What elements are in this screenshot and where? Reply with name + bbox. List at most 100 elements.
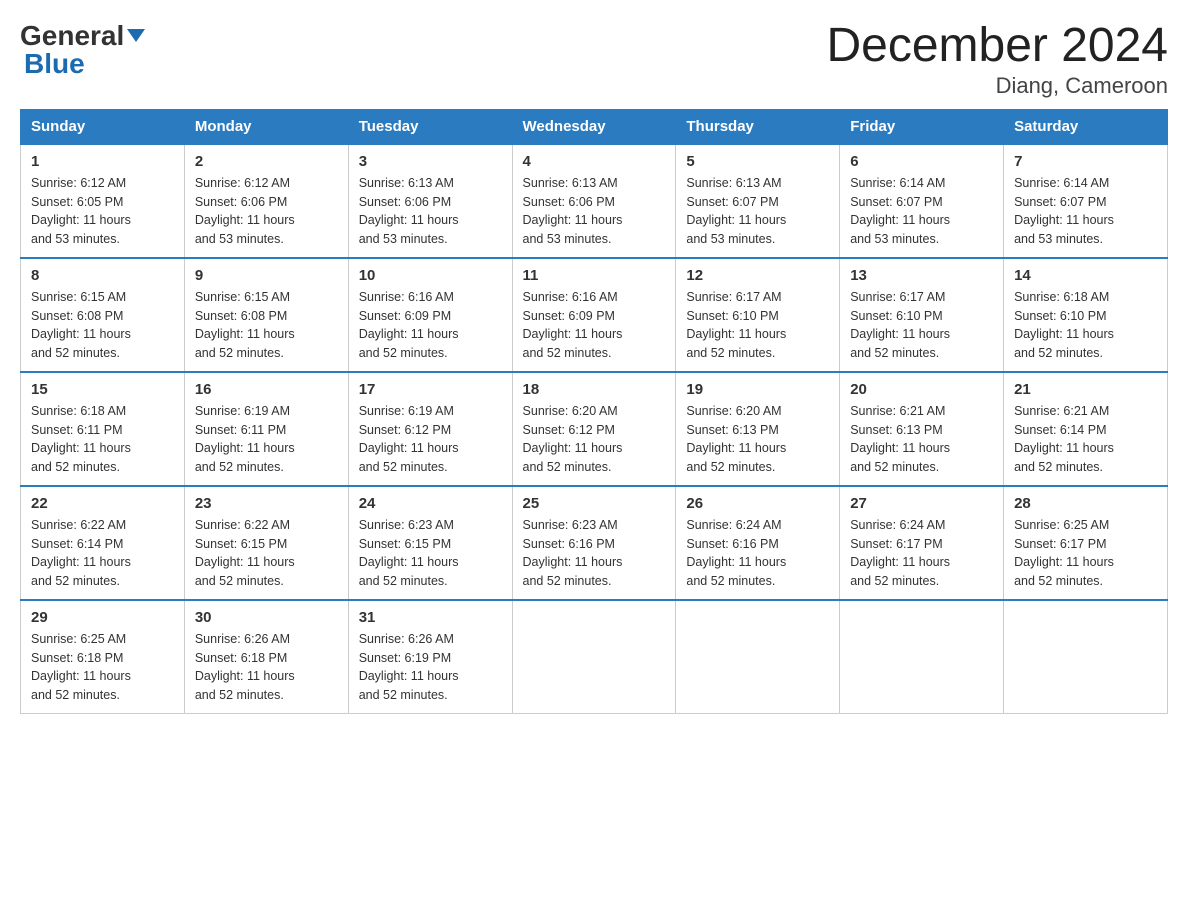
table-row: 29 Sunrise: 6:25 AM Sunset: 6:18 PM Dayl…	[21, 600, 185, 714]
calendar-week-row: 29 Sunrise: 6:25 AM Sunset: 6:18 PM Dayl…	[21, 600, 1168, 714]
day-info: Sunrise: 6:12 AM Sunset: 6:06 PM Dayligh…	[195, 174, 338, 249]
day-info: Sunrise: 6:21 AM Sunset: 6:14 PM Dayligh…	[1014, 402, 1157, 477]
day-number: 4	[523, 153, 666, 170]
day-number: 18	[523, 381, 666, 398]
day-number: 16	[195, 381, 338, 398]
day-number: 13	[850, 267, 993, 284]
table-row: 4 Sunrise: 6:13 AM Sunset: 6:06 PM Dayli…	[512, 144, 676, 258]
table-row: 15 Sunrise: 6:18 AM Sunset: 6:11 PM Dayl…	[21, 372, 185, 486]
calendar-table: Sunday Monday Tuesday Wednesday Thursday…	[20, 109, 1168, 714]
day-number: 23	[195, 495, 338, 512]
day-number: 9	[195, 267, 338, 284]
day-info: Sunrise: 6:15 AM Sunset: 6:08 PM Dayligh…	[195, 288, 338, 363]
col-wednesday: Wednesday	[512, 109, 676, 144]
logo-triangle-icon	[127, 29, 145, 42]
day-info: Sunrise: 6:13 AM Sunset: 6:07 PM Dayligh…	[686, 174, 829, 249]
table-row: 5 Sunrise: 6:13 AM Sunset: 6:07 PM Dayli…	[676, 144, 840, 258]
table-row: 23 Sunrise: 6:22 AM Sunset: 6:15 PM Dayl…	[184, 486, 348, 600]
day-number: 29	[31, 609, 174, 626]
table-row: 9 Sunrise: 6:15 AM Sunset: 6:08 PM Dayli…	[184, 258, 348, 372]
day-info: Sunrise: 6:23 AM Sunset: 6:15 PM Dayligh…	[359, 516, 502, 591]
day-info: Sunrise: 6:23 AM Sunset: 6:16 PM Dayligh…	[523, 516, 666, 591]
day-info: Sunrise: 6:13 AM Sunset: 6:06 PM Dayligh…	[523, 174, 666, 249]
table-row: 26 Sunrise: 6:24 AM Sunset: 6:16 PM Dayl…	[676, 486, 840, 600]
table-row: 8 Sunrise: 6:15 AM Sunset: 6:08 PM Dayli…	[21, 258, 185, 372]
table-row: 21 Sunrise: 6:21 AM Sunset: 6:14 PM Dayl…	[1004, 372, 1168, 486]
col-thursday: Thursday	[676, 109, 840, 144]
calendar-week-row: 1 Sunrise: 6:12 AM Sunset: 6:05 PM Dayli…	[21, 144, 1168, 258]
day-number: 12	[686, 267, 829, 284]
table-row: 13 Sunrise: 6:17 AM Sunset: 6:10 PM Dayl…	[840, 258, 1004, 372]
day-info: Sunrise: 6:26 AM Sunset: 6:18 PM Dayligh…	[195, 630, 338, 705]
day-info: Sunrise: 6:21 AM Sunset: 6:13 PM Dayligh…	[850, 402, 993, 477]
title-block: December 2024 Diang, Cameroon	[826, 20, 1168, 99]
logo-blue-text: Blue	[24, 48, 85, 80]
page-subtitle: Diang, Cameroon	[826, 73, 1168, 99]
day-number: 5	[686, 153, 829, 170]
day-info: Sunrise: 6:25 AM Sunset: 6:17 PM Dayligh…	[1014, 516, 1157, 591]
day-info: Sunrise: 6:20 AM Sunset: 6:13 PM Dayligh…	[686, 402, 829, 477]
calendar-week-row: 22 Sunrise: 6:22 AM Sunset: 6:14 PM Dayl…	[21, 486, 1168, 600]
table-row	[512, 600, 676, 714]
day-info: Sunrise: 6:12 AM Sunset: 6:05 PM Dayligh…	[31, 174, 174, 249]
day-info: Sunrise: 6:16 AM Sunset: 6:09 PM Dayligh…	[523, 288, 666, 363]
table-row: 16 Sunrise: 6:19 AM Sunset: 6:11 PM Dayl…	[184, 372, 348, 486]
day-info: Sunrise: 6:18 AM Sunset: 6:11 PM Dayligh…	[31, 402, 174, 477]
col-tuesday: Tuesday	[348, 109, 512, 144]
table-row: 22 Sunrise: 6:22 AM Sunset: 6:14 PM Dayl…	[21, 486, 185, 600]
day-number: 25	[523, 495, 666, 512]
table-row: 10 Sunrise: 6:16 AM Sunset: 6:09 PM Dayl…	[348, 258, 512, 372]
day-info: Sunrise: 6:15 AM Sunset: 6:08 PM Dayligh…	[31, 288, 174, 363]
table-row: 20 Sunrise: 6:21 AM Sunset: 6:13 PM Dayl…	[840, 372, 1004, 486]
table-row: 17 Sunrise: 6:19 AM Sunset: 6:12 PM Dayl…	[348, 372, 512, 486]
page-header: General Blue December 2024 Diang, Camero…	[20, 20, 1168, 99]
table-row: 27 Sunrise: 6:24 AM Sunset: 6:17 PM Dayl…	[840, 486, 1004, 600]
col-sunday: Sunday	[21, 109, 185, 144]
day-info: Sunrise: 6:24 AM Sunset: 6:16 PM Dayligh…	[686, 516, 829, 591]
day-number: 21	[1014, 381, 1157, 398]
day-info: Sunrise: 6:16 AM Sunset: 6:09 PM Dayligh…	[359, 288, 502, 363]
day-number: 30	[195, 609, 338, 626]
day-number: 3	[359, 153, 502, 170]
day-number: 14	[1014, 267, 1157, 284]
table-row	[840, 600, 1004, 714]
day-info: Sunrise: 6:24 AM Sunset: 6:17 PM Dayligh…	[850, 516, 993, 591]
table-row: 31 Sunrise: 6:26 AM Sunset: 6:19 PM Dayl…	[348, 600, 512, 714]
day-info: Sunrise: 6:13 AM Sunset: 6:06 PM Dayligh…	[359, 174, 502, 249]
day-info: Sunrise: 6:17 AM Sunset: 6:10 PM Dayligh…	[850, 288, 993, 363]
table-row: 1 Sunrise: 6:12 AM Sunset: 6:05 PM Dayli…	[21, 144, 185, 258]
day-number: 7	[1014, 153, 1157, 170]
day-info: Sunrise: 6:18 AM Sunset: 6:10 PM Dayligh…	[1014, 288, 1157, 363]
table-row: 14 Sunrise: 6:18 AM Sunset: 6:10 PM Dayl…	[1004, 258, 1168, 372]
day-info: Sunrise: 6:14 AM Sunset: 6:07 PM Dayligh…	[1014, 174, 1157, 249]
table-row: 3 Sunrise: 6:13 AM Sunset: 6:06 PM Dayli…	[348, 144, 512, 258]
table-row: 28 Sunrise: 6:25 AM Sunset: 6:17 PM Dayl…	[1004, 486, 1168, 600]
day-number: 24	[359, 495, 502, 512]
day-info: Sunrise: 6:22 AM Sunset: 6:14 PM Dayligh…	[31, 516, 174, 591]
day-number: 17	[359, 381, 502, 398]
calendar-header-row: Sunday Monday Tuesday Wednesday Thursday…	[21, 109, 1168, 144]
day-info: Sunrise: 6:17 AM Sunset: 6:10 PM Dayligh…	[686, 288, 829, 363]
col-saturday: Saturday	[1004, 109, 1168, 144]
day-info: Sunrise: 6:19 AM Sunset: 6:12 PM Dayligh…	[359, 402, 502, 477]
table-row: 6 Sunrise: 6:14 AM Sunset: 6:07 PM Dayli…	[840, 144, 1004, 258]
day-number: 11	[523, 267, 666, 284]
day-number: 26	[686, 495, 829, 512]
calendar-week-row: 15 Sunrise: 6:18 AM Sunset: 6:11 PM Dayl…	[21, 372, 1168, 486]
day-number: 19	[686, 381, 829, 398]
table-row: 19 Sunrise: 6:20 AM Sunset: 6:13 PM Dayl…	[676, 372, 840, 486]
table-row: 30 Sunrise: 6:26 AM Sunset: 6:18 PM Dayl…	[184, 600, 348, 714]
table-row: 2 Sunrise: 6:12 AM Sunset: 6:06 PM Dayli…	[184, 144, 348, 258]
col-friday: Friday	[840, 109, 1004, 144]
logo: General Blue	[20, 20, 145, 80]
table-row: 18 Sunrise: 6:20 AM Sunset: 6:12 PM Dayl…	[512, 372, 676, 486]
day-info: Sunrise: 6:14 AM Sunset: 6:07 PM Dayligh…	[850, 174, 993, 249]
table-row: 7 Sunrise: 6:14 AM Sunset: 6:07 PM Dayli…	[1004, 144, 1168, 258]
day-info: Sunrise: 6:20 AM Sunset: 6:12 PM Dayligh…	[523, 402, 666, 477]
table-row	[1004, 600, 1168, 714]
table-row: 12 Sunrise: 6:17 AM Sunset: 6:10 PM Dayl…	[676, 258, 840, 372]
day-number: 28	[1014, 495, 1157, 512]
page-title: December 2024	[826, 20, 1168, 73]
day-number: 27	[850, 495, 993, 512]
table-row: 11 Sunrise: 6:16 AM Sunset: 6:09 PM Dayl…	[512, 258, 676, 372]
